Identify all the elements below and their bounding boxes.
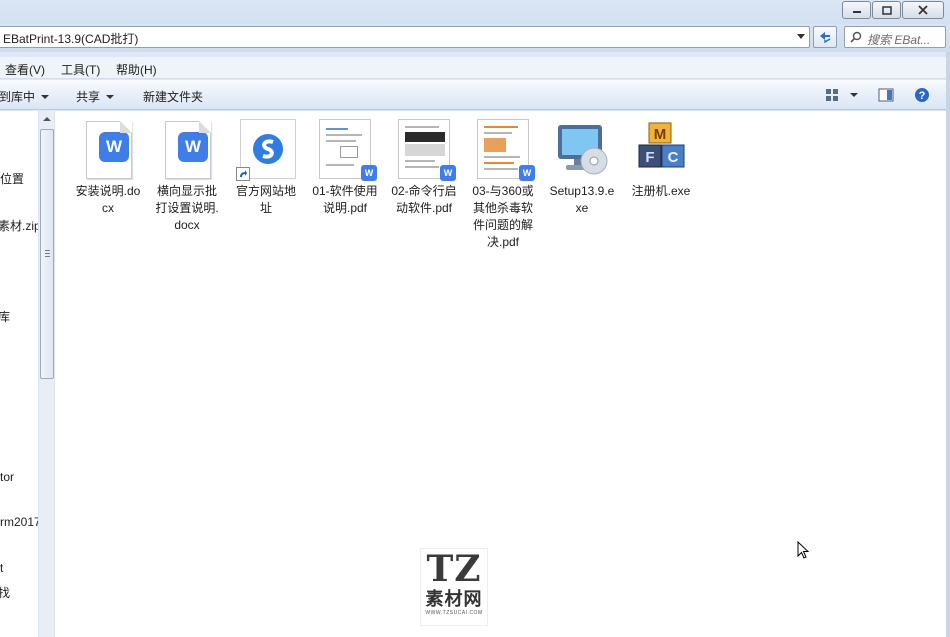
nav-item-zip[interactable]: 素材.zip: [0, 217, 38, 234]
watermark-logo: TZ: [426, 548, 482, 590]
maximize-button[interactable]: [872, 1, 901, 19]
search-input[interactable]: 搜索 EBat...: [844, 26, 946, 48]
file-item[interactable]: W 02-命令行启动软件.pdf: [386, 119, 462, 217]
view-options-dropdown[interactable]: [845, 86, 863, 104]
svg-text:C: C: [668, 149, 679, 166]
window-controls: [841, 1, 944, 19]
scrollbar-thumb[interactable]: [40, 129, 54, 379]
svg-text:M: M: [654, 126, 667, 143]
pdf-icon: W: [471, 119, 535, 183]
navigation-pane: 位置 素材.zip 库 tor rm2017 t 找: [0, 111, 38, 637]
chevron-down-icon: [41, 95, 50, 99]
include-in-library-label: 到库中: [0, 90, 36, 104]
include-in-library-button[interactable]: 到库中: [0, 88, 50, 105]
help-button[interactable]: ?: [913, 86, 931, 104]
navigation-scrollbar[interactable]: [38, 111, 55, 637]
address-path: EBatPrint-13.9(CAD批打): [3, 32, 139, 46]
file-name: 官方网站地址: [235, 184, 296, 215]
mouse-cursor-icon: [797, 541, 810, 559]
close-button[interactable]: [902, 1, 944, 19]
nav-item-t[interactable]: t: [0, 561, 3, 575]
address-history-dropdown-icon[interactable]: [797, 34, 805, 39]
file-name: 02-命令行启动软件.pdf: [391, 184, 457, 215]
share-button[interactable]: 共享: [76, 88, 115, 105]
maximize-icon: [881, 5, 892, 15]
grip-icon: [45, 250, 50, 257]
nav-item-library[interactable]: 库: [0, 308, 10, 325]
help-icon: ?: [915, 88, 929, 102]
view-icon: [826, 89, 838, 101]
close-icon: [918, 5, 928, 15]
chevron-down-icon: [106, 95, 115, 99]
address-row: EBatPrint-13.9(CAD批打) 搜索 EBat...: [0, 24, 950, 52]
shortcut-arrow-icon: [236, 167, 250, 181]
share-label: 共享: [76, 90, 101, 104]
file-item[interactable]: W 横向显示批打设置说明.docx: [149, 119, 225, 234]
wps-word-icon: W: [76, 119, 140, 183]
scroll-up-icon[interactable]: [43, 117, 51, 121]
file-name: 横向显示批打设置说明.docx: [155, 184, 219, 232]
pdf-icon: W: [313, 119, 377, 183]
minimize-icon: [852, 11, 861, 13]
wps-word-icon: W: [155, 119, 219, 183]
file-item[interactable]: W 03-与360或其他杀毒软件问题的解决.pdf: [465, 119, 541, 251]
svg-text:F: F: [645, 149, 654, 166]
search-placeholder: 搜索 EBat...: [867, 33, 931, 47]
watermark-url: WWW.TZSUCAI.COM: [425, 610, 483, 616]
browser-logo-icon: [253, 134, 283, 164]
file-name: Setup13.9.exe: [549, 184, 615, 215]
title-bar: [0, 0, 950, 24]
preview-pane-icon: [878, 88, 894, 102]
chevron-down-icon: [850, 93, 858, 97]
file-item[interactable]: M F C 注册机.exe: [623, 119, 699, 200]
file-item[interactable]: 官方网站地址: [228, 119, 304, 217]
minimize-button[interactable]: [842, 1, 871, 19]
file-name: 安装说明.docx: [75, 184, 141, 215]
pdf-icon: W: [392, 119, 456, 183]
file-list: W 安装说明.docx W 横向显示批打设置说明.docx 官方网站地址 W 0…: [55, 111, 946, 637]
file-name: 03-与360或其他杀毒软件问题的解决.pdf: [472, 184, 534, 249]
wps-badge-icon: W: [361, 165, 377, 181]
menu-bar: 查看(V) 工具(T) 帮助(H): [0, 57, 946, 79]
keygen-icon: M F C: [629, 119, 693, 183]
url-shortcut-icon: [234, 119, 298, 183]
watermark: TZ 素材网 WWW.TZSUCAI.COM: [420, 548, 488, 626]
refresh-icon: [820, 32, 831, 44]
watermark-name: 素材网: [425, 589, 483, 609]
nav-item-rm2017[interactable]: rm2017: [0, 515, 38, 529]
nav-item-find[interactable]: 找: [0, 584, 10, 601]
search-icon: [850, 31, 862, 43]
file-name: 注册机.exe: [631, 184, 691, 198]
refresh-button[interactable]: [813, 26, 837, 48]
window-border: [946, 52, 950, 637]
wps-badge-icon: W: [519, 165, 535, 181]
file-item[interactable]: Setup13.9.exe: [544, 119, 620, 217]
nav-item-tor[interactable]: tor: [0, 470, 14, 484]
nav-item-location[interactable]: 位置: [0, 170, 24, 187]
menu-tools[interactable]: 工具(T): [61, 61, 100, 78]
menu-view[interactable]: 查看(V): [5, 61, 45, 78]
svg-text:?: ?: [919, 90, 926, 102]
preview-pane-button[interactable]: [877, 86, 895, 104]
file-item[interactable]: W 安装说明.docx: [70, 119, 146, 217]
file-name: 01-软件使用说明.pdf: [312, 184, 378, 215]
wps-badge-icon: W: [440, 165, 456, 181]
change-view-button[interactable]: [823, 86, 841, 104]
menu-help[interactable]: 帮助(H): [116, 61, 157, 78]
setup-cd-icon: [550, 119, 614, 183]
new-folder-button[interactable]: 新建文件夹: [143, 88, 203, 105]
command-bar: 到库中 共享 新建文件夹 ?: [0, 80, 946, 110]
file-item[interactable]: W 01-软件使用说明.pdf: [307, 119, 383, 217]
address-bar[interactable]: EBatPrint-13.9(CAD批打): [0, 26, 810, 48]
